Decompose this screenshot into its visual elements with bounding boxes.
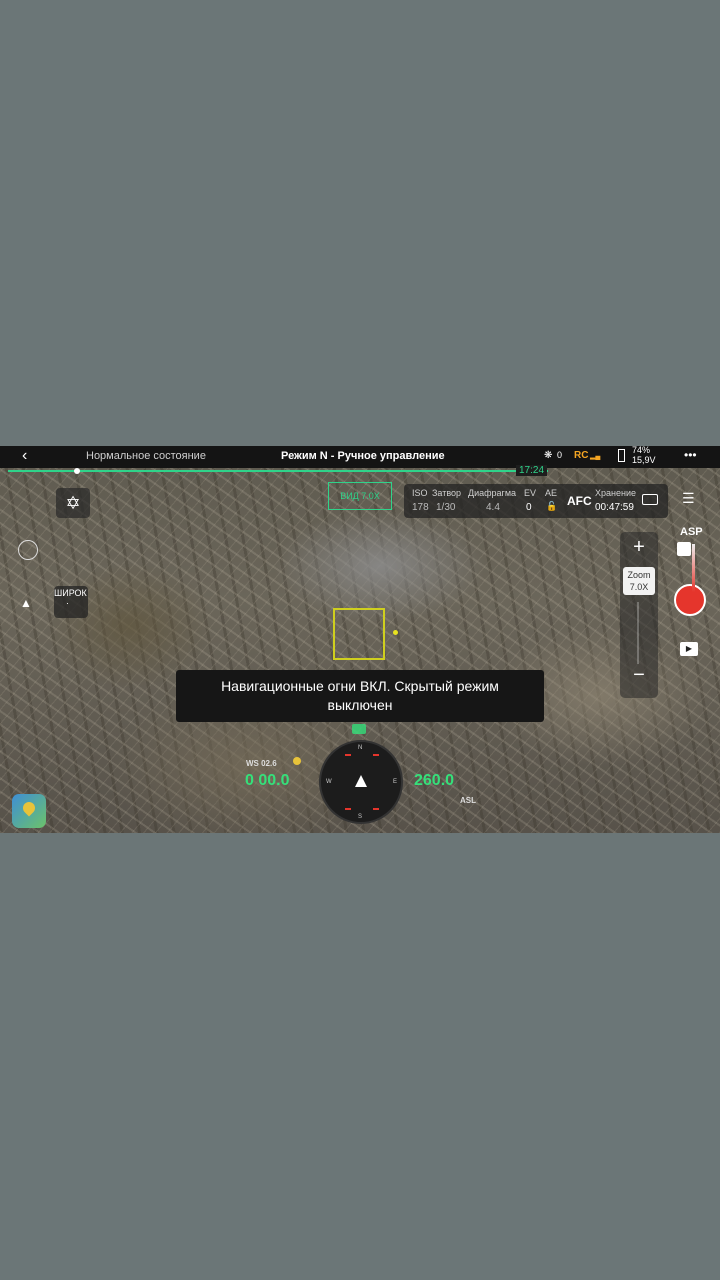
compass-marker — [345, 754, 351, 756]
ev-value: 0 — [526, 502, 532, 513]
home-point-icon — [352, 724, 366, 734]
timeline-marker — [74, 468, 80, 474]
storage-value: 00:47:59 — [595, 502, 634, 513]
camera-mode-chip[interactable]: ВИД 7.0X — [328, 482, 392, 510]
sliders-icon[interactable]: ☰ — [682, 490, 695, 507]
attitude-compass[interactable]: N W E S — [319, 740, 403, 824]
iso-label: ISO — [412, 488, 428, 498]
zoom-value: 7.0X — [629, 582, 649, 592]
playback-icon[interactable]: ▶ — [680, 642, 698, 656]
flight-mode[interactable]: Режим N - Ручное управление — [281, 450, 445, 462]
battery-voltage: 15,9V — [632, 455, 656, 465]
compass-marker — [373, 754, 379, 756]
satellite-count: 0 — [557, 450, 563, 460]
aperture-value: 4.4 — [486, 502, 500, 513]
drone-app-frame: ‹ Нормальное состояние Режим N - Ручное … — [0, 446, 720, 833]
rc-signal: RC — [574, 450, 589, 461]
compass-marker — [345, 808, 351, 810]
lens-mode-button[interactable]: ШИРОК · — [54, 586, 88, 618]
storage-label: Хранение — [595, 488, 636, 498]
signal-bars-icon: ▂▄ — [590, 453, 601, 460]
zoom-panel: + Zoom 7.0X − — [620, 532, 658, 698]
satellite-icon: ❋ — [544, 450, 553, 461]
aircraft-heading-icon — [355, 775, 367, 787]
record-button[interactable] — [674, 584, 706, 616]
warning-dot — [293, 757, 301, 765]
wind-speed: WS 02.6 — [246, 759, 277, 768]
compass-north: N — [358, 745, 363, 751]
target-dot — [393, 630, 398, 635]
altitude-label: ASL — [460, 796, 476, 805]
shutter-label: Затвор — [432, 488, 462, 498]
compass-south: S — [358, 814, 363, 820]
compass-west: W — [326, 779, 332, 785]
camera-settings-icon[interactable] — [642, 494, 658, 505]
battery-timeline — [8, 470, 548, 472]
aperture-label: Диафрагма — [468, 488, 517, 498]
more-menu-button[interactable]: ••• — [684, 448, 697, 462]
zoom-out-button[interactable]: − — [620, 664, 658, 687]
shutter-value: 1/30 — [436, 502, 456, 513]
lock-icon[interactable]: 🔓 — [546, 501, 557, 512]
drone-icon[interactable]: ✡ — [56, 488, 90, 518]
aircraft-status[interactable]: Нормальное состояние — [86, 450, 206, 462]
compass-east: E — [393, 779, 398, 785]
zoom-indicator[interactable]: Zoom 7.0X — [623, 567, 655, 595]
zoom-in-button[interactable]: + — [620, 536, 658, 559]
top-status-bar: ‹ Нормальное состояние Режим N - Ручное … — [0, 446, 720, 468]
flight-time: 17:24 — [516, 465, 548, 476]
focus-mode[interactable]: AFC — [567, 494, 592, 508]
target-box[interactable] — [333, 608, 385, 660]
lens-dot: · — [66, 598, 69, 608]
toast-line-1: Навигационные огни ВКЛ. Скрытый режим — [221, 678, 499, 694]
battery-icon — [618, 449, 625, 462]
speed-value: 0 00.0 — [245, 772, 290, 789]
toast-line-2: выключен — [327, 697, 393, 713]
battery-percent: 74% — [632, 446, 651, 455]
map-pin-icon — [20, 799, 38, 817]
map-icon[interactable] — [12, 794, 46, 828]
ae-label: AE — [545, 488, 558, 498]
camera-settings-panel[interactable]: ISO 178 Затвор 1/30 Диафрагма 4.4 EV 0 A… — [404, 484, 668, 518]
chevron-left-icon[interactable]: ‹ — [22, 447, 27, 465]
notification-toast: Навигационные огни ВКЛ. Скрытый режим вы… — [176, 670, 544, 722]
location-arrow-icon: ▲ — [20, 596, 32, 610]
watermark-logo: ASP — [680, 526, 703, 538]
compass-marker — [373, 808, 379, 810]
zoom-label: Zoom — [627, 570, 651, 580]
iso-value: 178 — [412, 502, 429, 513]
compass-icon[interactable] — [18, 540, 38, 560]
ev-label: EV — [524, 488, 537, 498]
lens-mode-label: ШИРОК — [54, 588, 87, 598]
photo-mode-icon[interactable] — [677, 542, 691, 556]
zoom-slider[interactable] — [637, 602, 639, 664]
watermark-dagger — [692, 544, 695, 592]
altitude-value: 260.0 — [414, 772, 455, 789]
